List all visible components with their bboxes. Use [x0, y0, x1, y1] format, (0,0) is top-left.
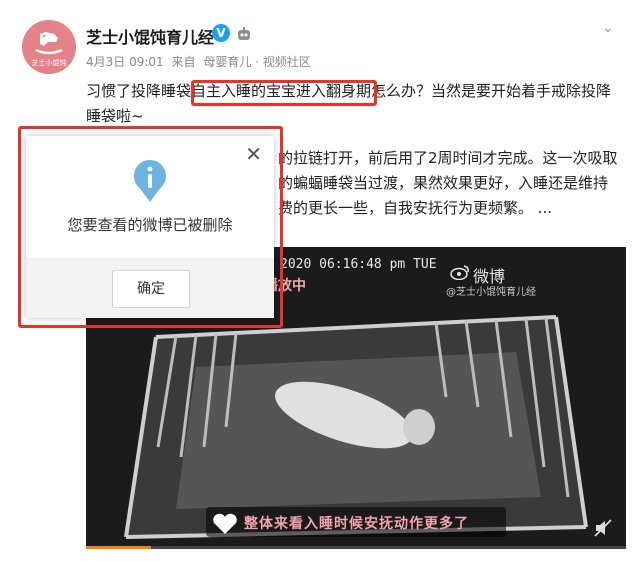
text-line: 的蝙蝠睡袋当过渡，果然效果更好，入睡还是维持: [278, 174, 609, 192]
info-icon: [133, 160, 166, 202]
heart-icon: [213, 513, 237, 534]
mute-icon[interactable]: [594, 519, 612, 537]
video-caption: 整体来看入睡时候安抚动作更多了: [244, 516, 469, 532]
weibo-post: 芝士小馄饨 芝士小馄饨育儿经 V ⌄ 4月3日 09:01 来自 母婴育儿 · …: [0, 0, 640, 561]
post-date[interactable]: 4月3日 09:01: [86, 55, 164, 69]
avatar-caption: 芝士小馄饨: [31, 59, 67, 67]
rocking-horse-icon: [35, 32, 63, 55]
text-line: 的拉链打开，前后用了2周时间才完成。这一次吸取: [278, 149, 618, 167]
deleted-post-dialog: ✕ 您要查看的微博已被删除 确定: [26, 136, 274, 318]
dialog-message: 您要查看的微博已被删除: [67, 216, 233, 234]
camera-timestamp: 2020 06:16:48 pm TUE: [280, 257, 437, 272]
weibo-logo-icon: [450, 265, 469, 280]
post-meta: 4月3日 09:01 来自 母婴育儿 · 视频社区: [86, 53, 315, 70]
username[interactable]: 芝士小馄饨育儿经: [86, 24, 214, 48]
from-label: 来自: [171, 55, 196, 69]
watermark-user: @芝士小馄饨育儿经: [446, 287, 536, 298]
verified-badge: V: [212, 24, 230, 42]
confirm-button[interactable]: 确定: [112, 270, 190, 308]
highlight-box: [191, 80, 377, 106]
text-line: 费的更长一些，自我安抚行为更频繁。 ...: [278, 199, 553, 217]
avatar[interactable]: 芝士小馄饨: [22, 20, 76, 74]
robot-icon: [238, 27, 250, 40]
chevron-down-icon[interactable]: ⌄: [602, 20, 614, 36]
post-source[interactable]: 母婴育儿 · 视频社区: [203, 55, 310, 69]
close-icon[interactable]: ✕: [245, 142, 262, 166]
video-progress-bar[interactable]: [86, 546, 626, 549]
video-progress-fill: [86, 546, 151, 549]
